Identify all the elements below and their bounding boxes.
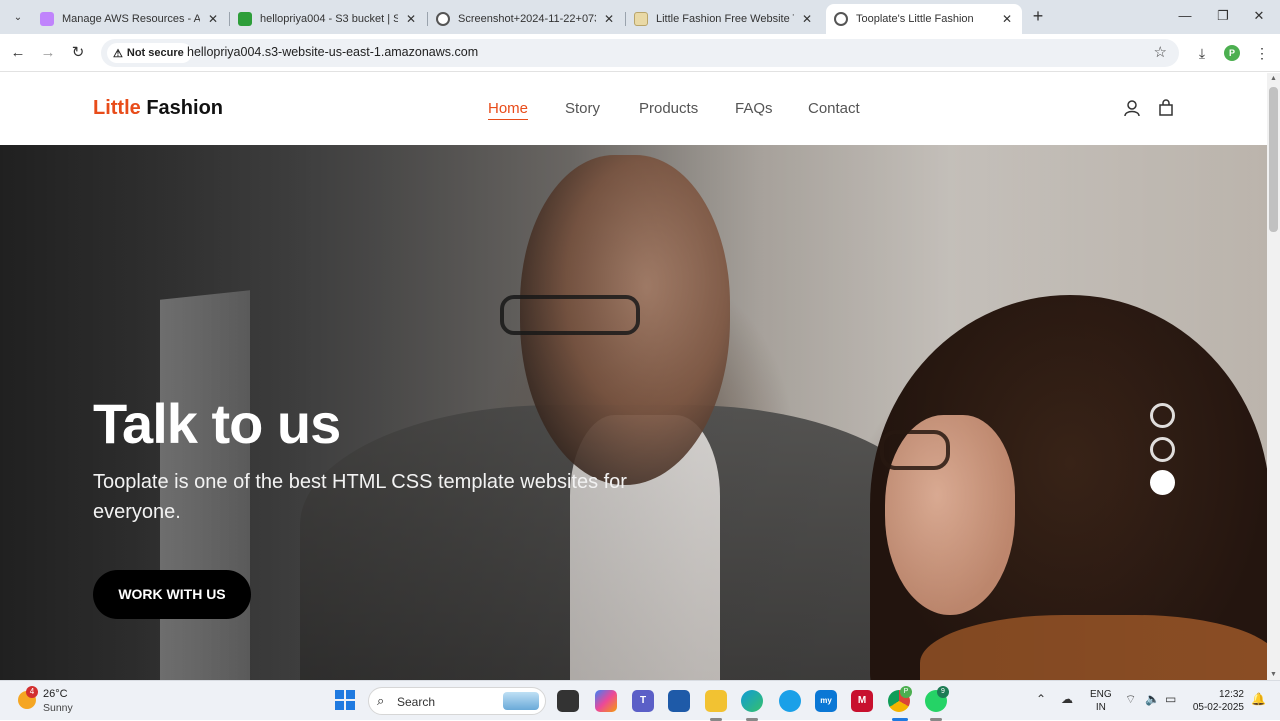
tab-title: Tooplate's Little Fashion: [856, 13, 974, 25]
onedrive-cloud-icon[interactable]: ☁: [1061, 692, 1073, 706]
task-view-icon[interactable]: [557, 690, 579, 712]
hero-subtitle: Tooplate is one of the best HTML CSS tem…: [93, 471, 627, 523]
taskbar-search-box[interactable]: ⌕ Search: [368, 687, 546, 715]
work-with-us-button[interactable]: WORK WITH US: [93, 570, 251, 619]
tab-aws-resources[interactable]: Manage AWS Resources - AWS ✕: [32, 4, 230, 34]
reload-button[interactable]: ↻: [67, 42, 89, 64]
mcafee-icon[interactable]: M: [851, 690, 873, 712]
show-hidden-icons-chevron-icon[interactable]: ⌃: [1036, 692, 1046, 706]
warning-icon: ⚠: [113, 47, 123, 60]
scroll-down-arrow-icon[interactable]: ▼: [1270, 671, 1277, 678]
new-tab-button[interactable]: +: [1028, 6, 1048, 26]
back-button[interactable]: ←: [7, 42, 29, 64]
weather-badge: 4: [26, 686, 38, 698]
tab-title: Little Fashion Free Website Tem: [656, 13, 794, 25]
forward-button[interactable]: →: [37, 42, 59, 64]
volume-icon[interactable]: 🔈: [1145, 692, 1160, 706]
download-icon[interactable]: ⤓: [1191, 42, 1213, 64]
teams-icon[interactable]: T: [632, 690, 654, 712]
nav-story[interactable]: Story: [565, 100, 600, 117]
shopping-bag-icon[interactable]: [1157, 99, 1175, 117]
user-icon[interactable]: [1123, 99, 1141, 117]
copilot-icon[interactable]: [595, 690, 617, 712]
language-indicator[interactable]: ENG IN: [1090, 688, 1112, 714]
language-code: ENG: [1090, 689, 1112, 700]
browser-tab-strip: ⌄ Manage AWS Resources - AWS ✕ hellopriy…: [0, 0, 1280, 34]
notification-bell-icon[interactable]: 🔔: [1251, 692, 1266, 706]
address-bar[interactable]: ⚠ Not secure hellopriya004.s3-website-us…: [101, 39, 1179, 67]
nav-contact[interactable]: Contact: [808, 100, 860, 117]
tab-tooplate-little-fashion[interactable]: Tooplate's Little Fashion ✕: [826, 4, 1022, 34]
system-clock[interactable]: 12:32 05-02-2025: [1190, 688, 1244, 714]
close-window-button[interactable]: ✕: [1236, 0, 1280, 34]
close-tab-icon[interactable]: ✕: [404, 12, 418, 26]
keyboard-region: IN: [1095, 702, 1106, 713]
nav-home[interactable]: Home: [488, 100, 529, 120]
close-tab-icon[interactable]: ✕: [602, 12, 616, 26]
tab-search-menu-button[interactable]: ⌄: [8, 7, 28, 27]
tab-title: Manage AWS Resources - AWS: [62, 13, 200, 25]
start-windows-icon[interactable]: [335, 690, 355, 710]
tab-title: hellopriya004 - S3 bucket | S3 |: [260, 13, 398, 25]
clock-date: 05-02-2025: [1192, 702, 1244, 713]
brand-accent-text: Little: [93, 97, 141, 119]
hero-slider: Talk to us Tooplate is one of the best H…: [0, 145, 1267, 680]
weather-description[interactable]: Sunny: [43, 702, 73, 714]
close-tab-icon[interactable]: ✕: [1000, 12, 1014, 26]
globe-icon: [834, 12, 848, 26]
tab-little-fashion-template[interactable]: Little Fashion Free Website Tem ✕: [626, 4, 824, 34]
battery-icon[interactable]: ▭: [1165, 692, 1176, 706]
edge-icon[interactable]: [741, 690, 763, 712]
aws-cube-icon: [40, 12, 54, 26]
scroll-up-arrow-icon[interactable]: ▲: [1270, 75, 1277, 82]
tab-s3-bucket[interactable]: hellopriya004 - S3 bucket | S3 | ✕: [230, 4, 428, 34]
site-navbar: Little Fashion Home Story Products FAQs …: [0, 73, 1267, 145]
url-text[interactable]: hellopriya004.s3-website-us-east-1.amazo…: [187, 45, 478, 59]
whatsapp-badge: 9: [937, 686, 949, 698]
close-tab-icon[interactable]: ✕: [800, 12, 814, 26]
brand-text: Fashion: [146, 97, 224, 119]
search-highlight-image: [503, 692, 539, 710]
search-label: Search: [397, 695, 436, 709]
web-page: Little Fashion Home Story Products FAQs …: [0, 73, 1267, 680]
close-tab-icon[interactable]: ✕: [206, 12, 220, 26]
wifi-icon[interactable]: ⌔: [1125, 692, 1136, 707]
clock-time: 12:32: [1218, 689, 1244, 700]
store-icon[interactable]: [668, 690, 690, 712]
weather-temperature[interactable]: 26°C: [43, 688, 68, 700]
slide-indicator-1[interactable]: [1150, 403, 1175, 428]
mydp-app-icon[interactable]: my: [815, 690, 837, 712]
nav-faqs[interactable]: FAQs: [735, 100, 773, 117]
file-explorer-icon[interactable]: [705, 690, 727, 712]
search-icon: ⌕: [377, 693, 385, 708]
site-logo[interactable]: Little Fashion: [93, 97, 223, 120]
s3-bucket-icon: [238, 12, 252, 26]
profile-avatar[interactable]: P: [1224, 45, 1240, 61]
browser-toolbar: ← → ↻ ⚠ Not secure hellopriya004.s3-webs…: [0, 34, 1280, 72]
bookmark-star-icon[interactable]: ☆: [1154, 43, 1167, 61]
slide-indicator-3[interactable]: [1150, 470, 1175, 495]
slide-indicator-2[interactable]: [1150, 437, 1175, 462]
globe-icon: [436, 12, 450, 26]
security-label: Not secure: [126, 47, 184, 59]
browser-menu-icon[interactable]: ⋮: [1251, 42, 1273, 64]
windows-taskbar: 4 26°C Sunny ⌕ Search T my M P 9 ⌃ ☁ ENG…: [0, 680, 1280, 721]
tab-screenshot[interactable]: Screenshot+2024-11-22+07332 ✕: [428, 4, 626, 34]
site-info-chip[interactable]: ⚠ Not secure: [107, 43, 192, 63]
hero-title: Talk to us: [93, 392, 341, 455]
page-thumbnail-icon: [634, 12, 648, 26]
page-scrollbar[interactable]: ▲ ▼: [1267, 73, 1280, 680]
chrome-profile-badge: P: [900, 686, 912, 698]
skype-icon[interactable]: [779, 690, 801, 712]
scrollbar-thumb[interactable]: [1269, 87, 1278, 232]
tab-title: Screenshot+2024-11-22+07332: [458, 13, 596, 25]
nav-products[interactable]: Products: [639, 100, 698, 117]
